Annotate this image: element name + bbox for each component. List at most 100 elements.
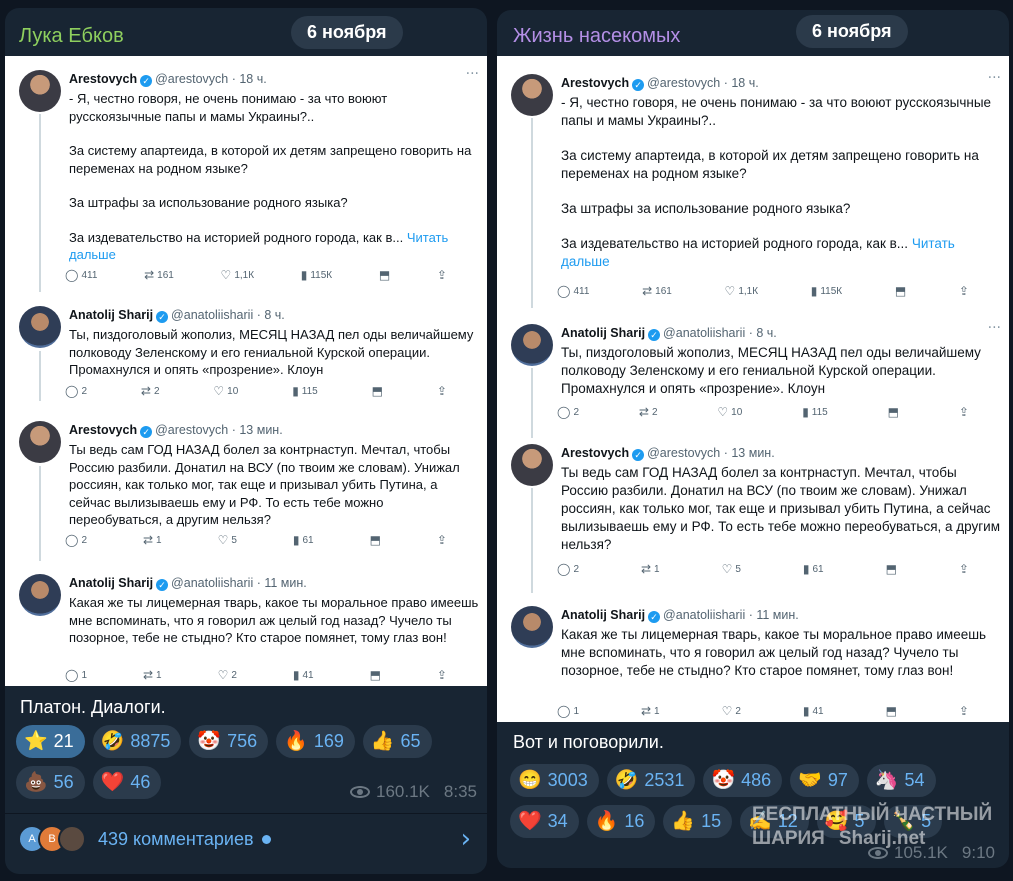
commenter-avatar [58,825,86,853]
retweet-stat: ⇄ 2 [638,405,658,419]
reaction-grin[interactable]: 😁 3003 [510,764,599,797]
views-stat: ▮ 115К [810,284,843,298]
share-icon: ⇪ [958,284,969,298]
reaction-rofl[interactable]: 🤣 2531 [606,764,696,797]
reaction-clown[interactable]: 🤡 486 [703,764,783,797]
like-stat: ♡ 10 [213,384,239,398]
reply-icon: ◯ [65,533,79,547]
verified-icon: ✓ [648,329,661,341]
reply-stat: ◯ 2 [65,384,87,398]
reaction-star[interactable]: ⭐ 21 [16,725,85,758]
heart-icon: ♡ [217,668,229,682]
chart-icon: ▮ [802,704,810,718]
tweet-time: 11 мин. [756,608,799,622]
verified-icon: ✓ [648,611,661,623]
star-icon: ⭐ [24,731,48,752]
unicorn-icon: 🦄 [874,770,899,791]
tweet-paragraph: Какая же ты лицемерная тварь, какое ты м… [561,627,987,678]
thread-line [531,488,533,593]
bookmark-icon: ⬒ [378,268,391,282]
verified-icon: ✓ [156,579,169,591]
fire-icon: 🔥 [284,731,308,752]
watermark: БЕСПЛАТНЫЙ ЧАСТНЫЙ ШАРИЯ Sharij.net [752,803,992,851]
heart-icon: ♡ [721,704,733,718]
tweet-screenshot[interactable]: Arestovych ✓ @arestovych · 18 ч. ··· - Я, … [5,56,487,686]
author-name: Anatolij Sharij [561,608,646,622]
watermark-line1: БЕСПЛАТНЫЙ ЧАСТНЫЙ [752,804,993,825]
views-stat: ▮ 41 [802,704,824,718]
reaction-thumbs-up[interactable]: 👍 15 [663,805,733,838]
reaction-thumbs-up[interactable]: 👍 65 [362,725,432,758]
bookmark-icon: ⬒ [885,704,897,718]
avatar [511,324,553,366]
channel-name[interactable]: Жизнь насекомых [513,25,680,48]
thread-line [39,351,41,401]
author-handle: @anatoliisharii [663,608,746,622]
reaction-heart[interactable]: ❤️ 34 [510,805,579,838]
date-badge: 6 ноября [796,15,908,48]
bookmark-icon: ⬒ [885,562,897,576]
reaction-handshake[interactable]: 🤝 97 [790,764,859,797]
tweet-paragraph: Ты ведь сам ГОД НАЗАД болел за контрнаст… [561,465,1001,552]
thread-line [39,466,41,561]
chart-icon: ▮ [802,562,810,576]
reaction-unicorn[interactable]: 🦄 54 [866,764,936,797]
channel-name[interactable]: Лука Ебков [19,25,124,48]
rofl-icon: 🤣 [614,770,639,791]
retweet-icon: ⇄ [142,533,154,547]
chevron-right-icon: › [460,824,471,854]
views-stat: ▮ 115 [292,384,318,398]
tweet-screenshot[interactable]: Arestovych ✓ @arestovych · 18 ч. ··· - Я, … [497,56,1009,722]
retweet-stat: ⇄ 1 [640,562,660,576]
retweet-icon: ⇄ [642,284,653,298]
avatar [19,421,61,463]
author-name: Anatolij Sharij [69,308,154,322]
share-icon: ⇪ [436,668,447,682]
fire-icon: 🔥 [594,811,619,832]
reaction-fire[interactable]: 🔥 169 [276,725,355,758]
tweet-header: Arestovych ✓ @arestovych · 13 мин. [69,423,283,438]
retweet-stat: ⇄ 161 [642,284,672,298]
tweet-time: 18 ч. [731,76,759,90]
comments-button[interactable]: A B 439 комментариев › [18,824,477,854]
heart-icon: ❤️ [100,772,125,793]
reaction-rofl[interactable]: 🤣 8875 [92,725,182,758]
reaction-clown[interactable]: 🤡 756 [189,725,269,758]
tweet-time: 8 ч. [264,308,285,322]
post-card-left: Лука Ебков 6 ноября Arestovych ✓ @arestovy… [5,8,487,874]
post-card-right: Жизнь насекомых 6 ноября Arestovych ✓ @are… [497,10,1009,868]
reply-icon: ◯ [65,384,79,398]
post-time: 8:35 [443,782,477,801]
date-badge: 6 ноября [291,16,403,49]
author-handle: @arestovych [155,423,229,437]
heart-icon: ♡ [213,384,225,398]
reaction-poop[interactable]: 💩 56 [16,766,85,799]
tweet-paragraph: - Я, честно говоря, не очень понимаю - з… [69,91,388,124]
tweet-time: 8 ч. [756,326,777,340]
bookmark-icon: ⬒ [371,384,383,398]
verified-icon: ✓ [140,75,153,87]
reply-icon: ◯ [557,704,571,718]
reaction-heart[interactable]: ❤️ 46 [92,766,162,799]
rofl-icon: 🤣 [100,731,125,752]
heart-icon: ♡ [721,562,733,576]
view-count: 160.1K [376,782,430,801]
like-stat: ♡ 5 [217,533,237,547]
reaction-fire[interactable]: 🔥 16 [586,805,656,838]
more-icon: ··· [465,66,479,82]
chart-icon: ▮ [292,668,300,682]
comments-label: 439 комментариев [98,828,254,849]
heart-icon: ♡ [717,405,729,419]
grin-icon: 😁 [518,770,542,791]
unread-dot [261,834,271,844]
author-handle: @anatoliisharii [663,326,746,340]
chart-icon: ▮ [300,268,308,282]
tweet-text: - Я, честно говоря, не очень понимаю - з… [561,94,1001,271]
share-icon: ⇪ [436,533,447,547]
retweet-stat: ⇄ 2 [140,384,160,398]
views-stat: ▮ 115 [802,405,828,419]
author-handle: @anatoliisharii [171,576,254,590]
tweet-time: 13 мин. [239,423,283,437]
retweet-icon: ⇄ [140,384,151,398]
tweet-text: Ты ведь сам ГОД НАЗАД болел за контрнаст… [69,441,479,529]
